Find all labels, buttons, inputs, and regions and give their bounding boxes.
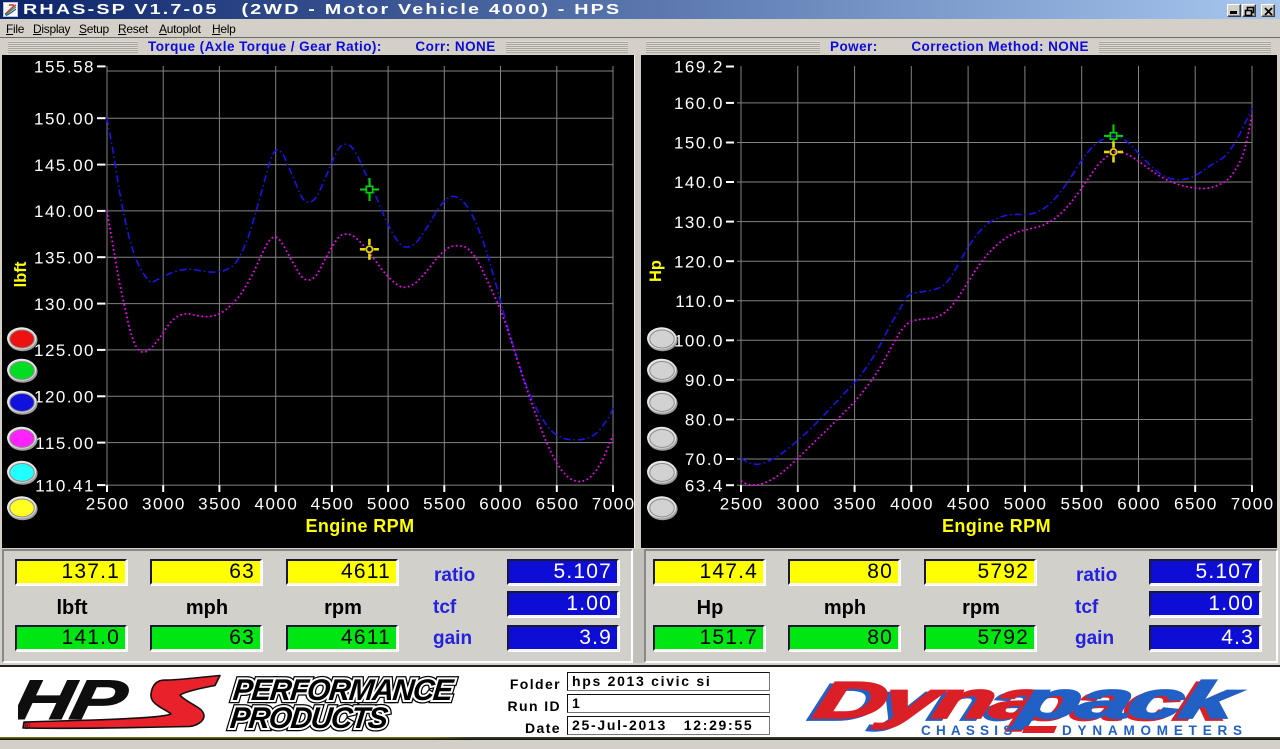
svg-text:Engine RPM: Engine RPM <box>305 516 414 536</box>
svg-text:5000: 5000 <box>367 495 411 514</box>
svg-text:4500: 4500 <box>947 495 991 514</box>
svg-text:lbft: lbft <box>12 261 30 287</box>
svg-text:6000: 6000 <box>1117 495 1161 514</box>
svg-text:110.0: 110.0 <box>675 292 724 311</box>
svg-text:pack: pack <box>1011 679 1248 729</box>
svg-text:Engine RPM: Engine RPM <box>942 516 1051 536</box>
svg-text:7000: 7000 <box>1231 495 1275 514</box>
svg-text:150.0: 150.0 <box>674 134 724 153</box>
svg-text:150.00: 150.00 <box>34 109 95 128</box>
svg-text:Hp: Hp <box>647 260 665 282</box>
svg-text:®: ® <box>23 721 31 732</box>
svg-text:140.0: 140.0 <box>674 173 724 192</box>
svg-text:3500: 3500 <box>198 495 242 514</box>
svg-text:HP: HP <box>18 673 133 732</box>
svg-text:4000: 4000 <box>890 495 934 514</box>
svg-text:120.0: 120.0 <box>674 252 724 271</box>
svg-text:7000: 7000 <box>592 495 634 514</box>
svg-text:120.00: 120.00 <box>34 388 95 407</box>
svg-text:4500: 4500 <box>311 495 355 514</box>
svg-text:155.58: 155.58 <box>34 58 95 77</box>
svg-text:100.0: 100.0 <box>674 332 724 351</box>
svg-text:80.0: 80.0 <box>685 411 724 430</box>
svg-text:6500: 6500 <box>536 495 580 514</box>
svg-text:6000: 6000 <box>479 495 523 514</box>
svg-text:145.00: 145.00 <box>34 156 95 175</box>
svg-text:3000: 3000 <box>142 495 186 514</box>
svg-text:5500: 5500 <box>423 495 467 514</box>
svg-text:115.00: 115.00 <box>35 434 95 453</box>
svg-text:2500: 2500 <box>720 495 764 514</box>
svg-text:3000: 3000 <box>777 495 821 514</box>
svg-text:130.00: 130.00 <box>34 295 95 314</box>
svg-text:135.00: 135.00 <box>34 248 95 267</box>
svg-text:2500: 2500 <box>86 495 130 514</box>
svg-text:5500: 5500 <box>1060 495 1104 514</box>
svg-text:63.4: 63.4 <box>685 476 724 495</box>
svg-text:140.00: 140.00 <box>34 202 95 221</box>
svg-text:70.0: 70.0 <box>685 450 724 469</box>
svg-text:110.41: 110.41 <box>35 476 95 495</box>
svg-text:160.0: 160.0 <box>674 94 724 113</box>
svg-text:125.00: 125.00 <box>34 341 95 360</box>
svg-text:3500: 3500 <box>833 495 877 514</box>
svg-text:DYNAMOMETERS: DYNAMOMETERS <box>1062 723 1248 738</box>
svg-text:CHASSIS: CHASSIS <box>921 723 1017 738</box>
svg-text:130.0: 130.0 <box>674 213 724 232</box>
svg-text:90.0: 90.0 <box>685 371 724 390</box>
svg-text:6500: 6500 <box>1174 495 1218 514</box>
svg-text:PRODUCTS: PRODUCTS <box>228 702 389 735</box>
svg-text:4000: 4000 <box>254 495 298 514</box>
svg-text:5000: 5000 <box>1004 495 1048 514</box>
svg-text:169.2: 169.2 <box>674 58 724 77</box>
